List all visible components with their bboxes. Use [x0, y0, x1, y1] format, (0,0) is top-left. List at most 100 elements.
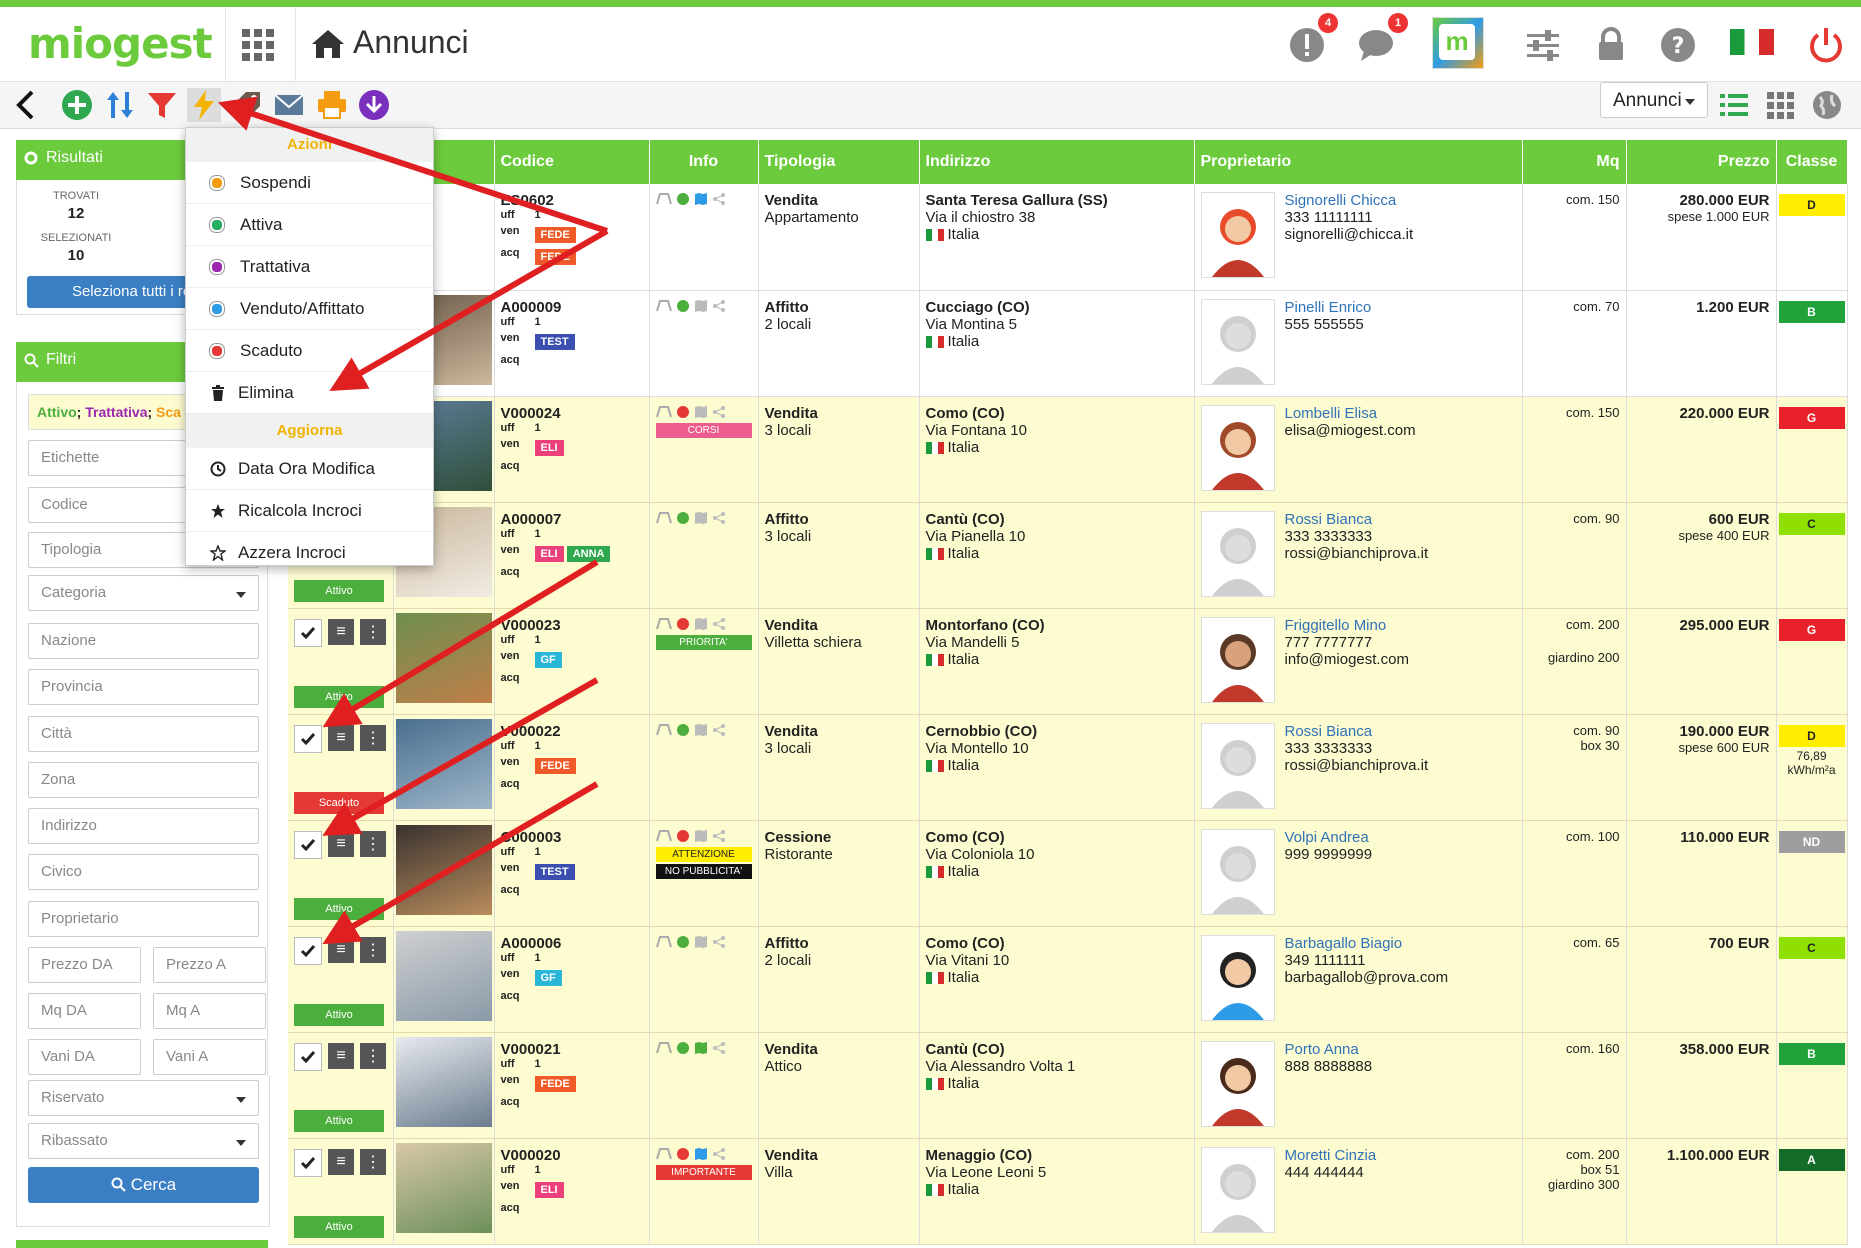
- col-proprietario[interactable]: Proprietario: [1194, 140, 1523, 184]
- row-checkbox[interactable]: [294, 618, 322, 647]
- col-prezzo[interactable]: Prezzo: [1626, 140, 1777, 184]
- map-icon[interactable]: [694, 617, 708, 631]
- row-more-icon[interactable]: ⋮: [360, 724, 386, 751]
- row-checkbox[interactable]: [294, 1042, 322, 1071]
- globe-icon[interactable]: [676, 935, 690, 949]
- owner-avatar[interactable]: [1200, 722, 1275, 809]
- share-icon[interactable]: [712, 1041, 726, 1055]
- globe-icon[interactable]: [676, 192, 690, 206]
- status-badge[interactable]: Attivo: [294, 1109, 384, 1132]
- owner-avatar[interactable]: [1200, 298, 1275, 385]
- code-cell[interactable]: V000023 uff 1 ven GF acq: [494, 608, 650, 715]
- portal-icon[interactable]: [655, 1147, 672, 1160]
- table-row[interactable]: ≡ ⋮ Attivo A000006 uff 1 ven GF acq Affitto 2 loca…: [288, 926, 1848, 1033]
- row-more-icon[interactable]: ⋮: [360, 936, 386, 963]
- italian-flag-icon[interactable]: [1730, 29, 1774, 55]
- civico-input[interactable]: Civico: [28, 854, 259, 890]
- portal-icon[interactable]: [655, 193, 672, 205]
- globe-icon[interactable]: [676, 1147, 690, 1161]
- portal-icon[interactable]: [655, 723, 672, 736]
- col-indirizzo[interactable]: Indirizzo: [919, 140, 1195, 184]
- owner-avatar[interactable]: [1200, 1146, 1275, 1233]
- globe-icon[interactable]: [676, 829, 690, 843]
- print-icon[interactable]: [315, 88, 349, 122]
- update-azzera-incroci[interactable]: Azzera Incroci: [186, 532, 433, 573]
- citta-input[interactable]: Città: [28, 716, 259, 752]
- action-sospendi[interactable]: Sospendi: [186, 162, 433, 204]
- owner-name[interactable]: Lombelli Elisa: [1285, 405, 1516, 422]
- globe-icon[interactable]: [676, 617, 690, 631]
- action-scaduto[interactable]: Scaduto: [186, 330, 433, 372]
- portal-icon[interactable]: [655, 1041, 672, 1054]
- owner-avatar[interactable]: [1200, 934, 1275, 1021]
- download-icon[interactable]: [357, 88, 391, 122]
- vani-a-input[interactable]: Vani A: [153, 1039, 266, 1075]
- map-icon[interactable]: [694, 192, 708, 206]
- ribassato-select[interactable]: Ribassato: [28, 1123, 259, 1159]
- col-codice[interactable]: Codice: [494, 140, 650, 184]
- status-badge[interactable]: Attivo: [294, 579, 384, 602]
- settings-sliders-icon[interactable]: [1523, 25, 1563, 65]
- row-more-icon[interactable]: ⋮: [360, 618, 386, 645]
- zona-input[interactable]: Zona: [28, 762, 259, 798]
- mq-a-input[interactable]: Mq A: [153, 993, 266, 1029]
- row-menu-icon[interactable]: ≡: [328, 1042, 354, 1069]
- map-icon[interactable]: [694, 1147, 708, 1161]
- listing-code[interactable]: A000006: [501, 935, 643, 952]
- property-photo[interactable]: [395, 1142, 492, 1233]
- code-cell[interactable]: V000022 uff 1 ven FEDE acq: [494, 714, 650, 821]
- code-cell[interactable]: A000009 uff 1 ven TEST acq: [494, 290, 650, 397]
- table-row[interactable]: ≡ ⋮ Attivo C000003 uff 1 ven TEST acq ATTENZIONE N…: [288, 820, 1848, 927]
- property-photo[interactable]: [395, 930, 492, 1021]
- home-icon[interactable]: [310, 27, 346, 61]
- table-row[interactable]: ≡ ⋮ Attivo V000023 uff 1 ven GF acq PRIORITA' Vend…: [288, 608, 1848, 715]
- view-select[interactable]: Annunci: [1600, 82, 1708, 118]
- listing-code[interactable]: V000023: [501, 617, 643, 634]
- proprietario-input[interactable]: Proprietario: [28, 901, 259, 937]
- portal-icon[interactable]: [655, 405, 672, 418]
- table-row[interactable]: ≡ ⋮ Attivo V000021 uff 1 ven FEDE acq Vendita Atti…: [288, 1032, 1848, 1139]
- listing-code[interactable]: A000009: [501, 299, 643, 316]
- nazione-input[interactable]: Nazione: [28, 623, 259, 659]
- filter-icon[interactable]: [145, 88, 179, 122]
- list-view-icon[interactable]: [1717, 88, 1751, 122]
- owner-name[interactable]: Barbagallo Biagio: [1285, 935, 1516, 952]
- update-data-ora[interactable]: Data Ora Modifica: [186, 448, 433, 490]
- photo-cell[interactable]: [393, 820, 495, 927]
- riservato-select[interactable]: Riservato: [28, 1080, 259, 1116]
- photo-cell[interactable]: [393, 1032, 495, 1139]
- table-row[interactable]: ≡⋮AttivoA000007uff1venELI ANNAacqAffitto…: [288, 502, 1848, 609]
- row-more-icon[interactable]: ⋮: [360, 830, 386, 857]
- owner-name[interactable]: Friggitello Mino: [1285, 617, 1516, 634]
- search-button[interactable]: Cerca: [28, 1167, 259, 1203]
- status-badge[interactable]: Attivo: [294, 685, 384, 708]
- code-cell[interactable]: V000024 uff 1 ven ELI acq: [494, 396, 650, 503]
- status-badge[interactable]: Scaduto: [294, 791, 384, 814]
- row-menu-icon[interactable]: ≡: [328, 724, 354, 751]
- map-icon[interactable]: [694, 829, 708, 843]
- power-icon[interactable]: [1806, 25, 1846, 65]
- user-avatar[interactable]: m: [1432, 17, 1484, 69]
- globe-icon[interactable]: [676, 1041, 690, 1055]
- share-icon[interactable]: [712, 511, 726, 525]
- code-cell[interactable]: ES0602 uff 1 ven FEDE acq FEDE: [494, 184, 650, 291]
- listing-code[interactable]: V000021: [501, 1041, 643, 1058]
- portal-icon[interactable]: [655, 935, 672, 948]
- back-icon[interactable]: [10, 88, 44, 122]
- listing-code[interactable]: V000020: [501, 1147, 643, 1164]
- owner-avatar[interactable]: [1200, 828, 1275, 915]
- listing-code[interactable]: V000024: [501, 405, 643, 422]
- globe-icon[interactable]: [676, 405, 690, 419]
- listing-code[interactable]: C000003: [501, 829, 643, 846]
- action-venduto-affittato[interactable]: Venduto/Affittato: [186, 288, 433, 330]
- owner-name[interactable]: Pinelli Enrico: [1285, 299, 1516, 316]
- help-icon[interactable]: ?: [1658, 25, 1698, 65]
- share-icon[interactable]: [712, 1147, 726, 1161]
- col-info[interactable]: Info: [649, 140, 759, 184]
- app-logo[interactable]: miogest: [28, 19, 213, 68]
- table-row[interactable]: A000009 uff 1 ven TEST acq Affitto 2 locali Cucc…: [288, 290, 1848, 397]
- vani-da-input[interactable]: Vani DA: [28, 1039, 141, 1075]
- map-icon[interactable]: [694, 511, 708, 525]
- owner-name[interactable]: Moretti Cinzia: [1285, 1147, 1516, 1164]
- owner-name[interactable]: Signorelli Chicca: [1285, 192, 1516, 209]
